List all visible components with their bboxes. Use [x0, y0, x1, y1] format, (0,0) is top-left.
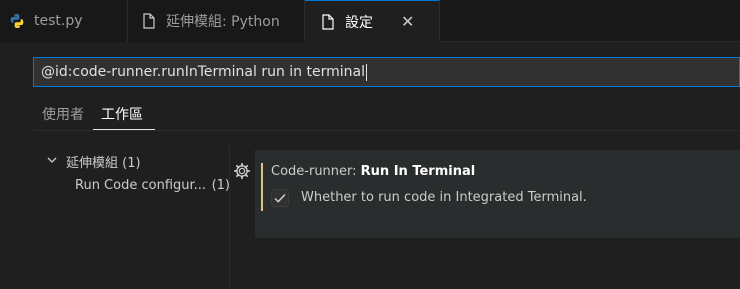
setting-category: Code-runner:	[271, 164, 361, 179]
toc-item-run-code-configuration[interactable]: Run Code configur... (1)	[75, 178, 230, 193]
file-icon	[140, 12, 158, 30]
file-icon	[319, 13, 337, 31]
text-caret	[365, 63, 367, 81]
toc-divider	[229, 145, 230, 289]
tab-test-py[interactable]: test.py	[0, 0, 128, 42]
tab-label: test.py	[34, 13, 83, 29]
toc-group-label: 延伸模組 (1)	[66, 156, 141, 171]
chevron-down-icon	[46, 154, 60, 169]
tab-label: 設定	[345, 14, 373, 31]
gear-icon[interactable]	[233, 162, 251, 180]
check-icon	[274, 193, 286, 203]
tab-label: 延伸模組: Python	[166, 14, 280, 30]
tab-settings[interactable]: 設定 ✕	[305, 0, 440, 42]
toc-group-extensions[interactable]: 延伸模組 (1)	[46, 152, 141, 171]
tab-workspace[interactable]: 工作區	[101, 104, 143, 128]
setting-name: Run In Terminal	[360, 164, 476, 179]
editor-tab-bar: test.py 延伸模組: Python 設定 ✕	[0, 0, 740, 42]
toc-item-count: (1)	[211, 178, 230, 193]
settings-editor-window: test.py 延伸模組: Python 設定 ✕ @id:code-runne…	[0, 0, 740, 289]
setting-description: Whether to run code in Integrated Termin…	[301, 190, 587, 205]
modified-indicator	[261, 163, 263, 211]
run-in-terminal-checkbox[interactable]	[271, 189, 289, 207]
search-query: @id:code-runner.runInTerminal run in ter…	[41, 64, 365, 80]
tab-user[interactable]: 使用者	[42, 104, 84, 128]
close-icon[interactable]: ✕	[401, 12, 414, 31]
python-icon	[8, 12, 26, 30]
tab-extension-python[interactable]: 延伸模組: Python	[128, 0, 305, 42]
divider	[33, 130, 740, 131]
settings-search-input[interactable]: @id:code-runner.runInTerminal run in ter…	[33, 57, 740, 87]
toc-item-label: Run Code configur...	[75, 178, 207, 193]
setting-title: Code-runner: Run In Terminal	[271, 164, 475, 179]
